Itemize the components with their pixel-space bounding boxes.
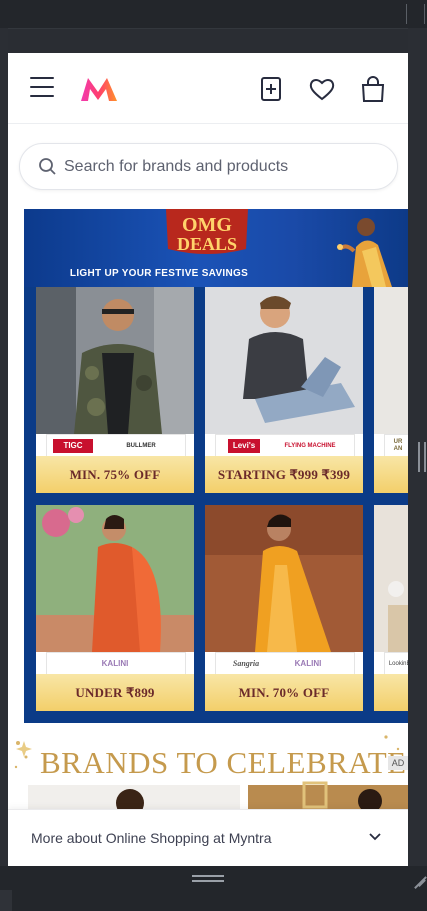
offer-tile[interactable]: Sangria KALINI MIN. 70% OFF	[205, 505, 363, 711]
tile-photo	[36, 287, 194, 434]
search-placeholder: Search for brands and products	[64, 158, 289, 175]
brand-logo: KALINI	[294, 659, 322, 668]
banner-headline-1: OMG	[182, 214, 232, 236]
tile-brand-strip: Levi's FLYING MACHINE	[215, 434, 355, 458]
app-header	[8, 53, 408, 124]
wishlist-heart-icon[interactable]	[308, 75, 336, 103]
footer-accordion[interactable]: More about Online Shopping at Myntra	[8, 809, 408, 866]
brand-thumbnails	[8, 781, 408, 811]
banner-model-image	[332, 211, 408, 287]
myntra-logo[interactable]	[79, 75, 119, 103]
toolbar-divider	[424, 4, 425, 24]
search-icon	[38, 157, 57, 176]
add-to-home-icon[interactable]	[257, 75, 285, 103]
tile-brand-strip: KALINI	[46, 652, 186, 676]
omg-deals-graphic: OMG DEALS	[162, 209, 252, 257]
bottom-strip	[0, 890, 12, 911]
brand-logo: KALINI	[101, 659, 129, 668]
mobile-viewport: Search for brands and products OMG DEALS…	[8, 53, 408, 866]
footer-text: More about Online Shopping at Myntra	[31, 830, 272, 846]
ad-badge: AD	[388, 756, 408, 770]
tile-photo	[374, 287, 408, 434]
tile-offer-label	[374, 456, 408, 493]
tile-brand-strip: Sangria KALINI	[215, 652, 355, 676]
corner-resize-handle[interactable]	[410, 868, 427, 889]
brands-to-celebrate-header: BRANDS TO CELEBRATE AD	[8, 723, 408, 781]
tile-offer-label: MIN. 70% OFF	[205, 674, 363, 711]
chevron-down-icon[interactable]	[368, 830, 382, 844]
offer-tile[interactable]: Levi's FLYING MACHINE STARTING ₹999 ₹399	[205, 287, 363, 493]
offer-tile[interactable]: LookinBeauty	[374, 505, 408, 711]
side-resize-handle[interactable]	[418, 442, 426, 472]
section-title: BRANDS TO CELEBRATE	[40, 745, 407, 780]
window-bottom-bar	[0, 866, 427, 911]
tile-photo	[36, 505, 194, 652]
toolbar-divider	[406, 4, 407, 24]
search-bar[interactable]: Search for brands and products	[19, 143, 398, 190]
banner-tagline: LIGHT UP YOUR FESTIVE SAVINGS	[69, 268, 249, 279]
banner-headline-2: DEALS	[177, 234, 237, 254]
hamburger-icon[interactable]	[30, 77, 54, 97]
brand-logo: TIGC	[53, 439, 93, 453]
brand-logo: Levi's	[228, 439, 260, 453]
tile-offer-label: UNDER ₹899	[36, 674, 194, 711]
brand-logo: UR AN	[393, 439, 403, 452]
tile-offer-label	[374, 674, 408, 711]
offer-tile[interactable]: KALINI UNDER ₹899	[36, 505, 194, 711]
brand-logo: Sangria	[232, 659, 260, 668]
tile-photo	[205, 505, 363, 652]
tile-brand-strip: LookinBeauty	[384, 652, 408, 676]
brand-logo: FLYING MACHINE	[284, 443, 336, 449]
tile-photo	[205, 287, 363, 434]
tile-offer-label: STARTING ₹999 ₹399	[205, 456, 363, 493]
tile-photo	[374, 505, 408, 652]
left-gutter	[0, 28, 8, 868]
tile-brand-strip: UR AN	[384, 434, 408, 458]
tile-offer-label: MIN. 75% OFF	[36, 456, 194, 493]
window-top-bar	[0, 0, 427, 29]
brand-logo: BULLMER	[126, 443, 156, 449]
bag-icon[interactable]	[359, 75, 387, 103]
brand-logo: LookinBeauty	[388, 661, 408, 667]
bottom-resize-handle[interactable]	[192, 875, 224, 883]
offer-grid: TIGC BULLMER MIN. 75% OFF Levi's FLYING …	[24, 287, 408, 723]
offer-tile[interactable]: UR AN	[374, 287, 408, 493]
tile-brand-strip: TIGC BULLMER	[46, 434, 186, 458]
offer-tile[interactable]: TIGC BULLMER MIN. 75% OFF	[36, 287, 194, 493]
festive-banner[interactable]: OMG DEALS LIGHT UP YOUR FESTIVE SAVINGS	[24, 209, 408, 287]
